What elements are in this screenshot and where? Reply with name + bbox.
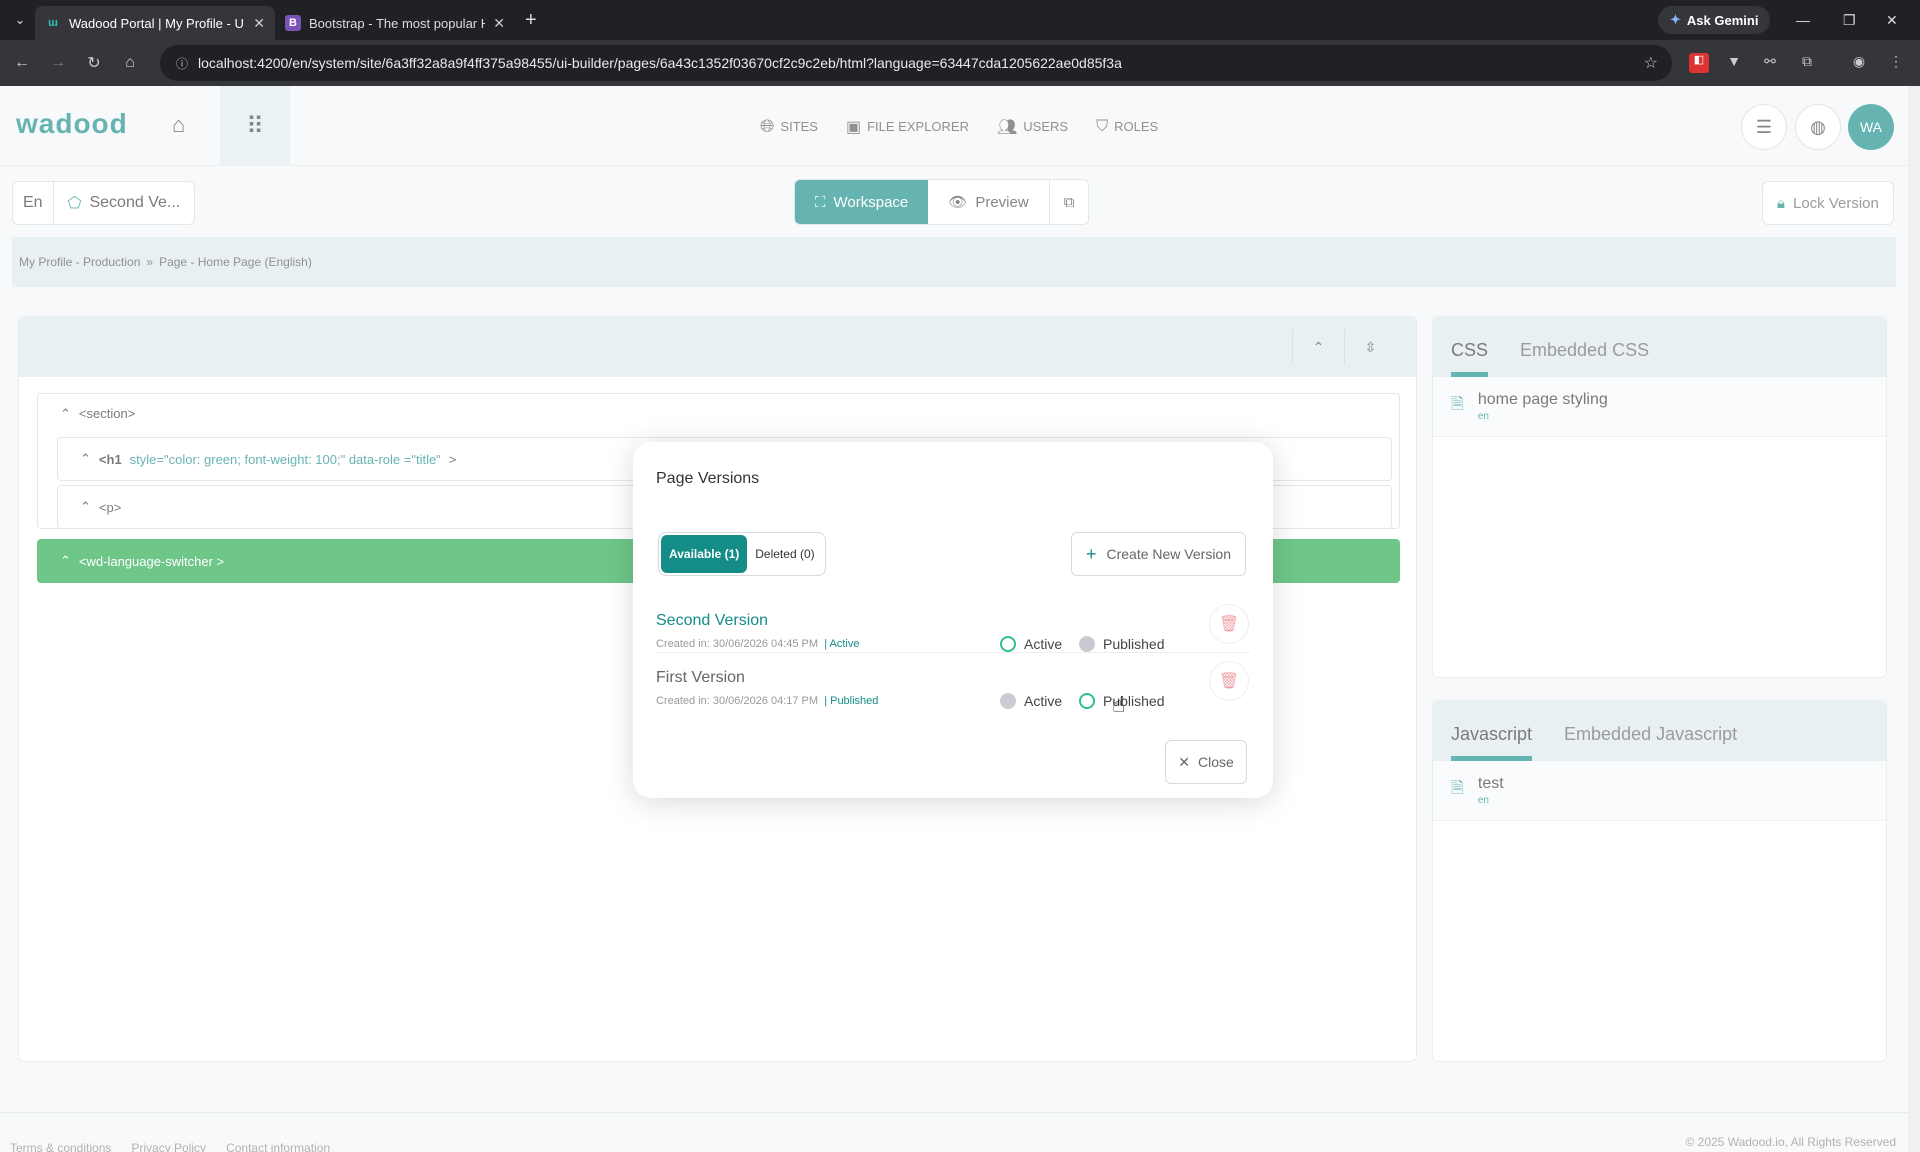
restore-icon[interactable]: ❐: [1843, 0, 1856, 40]
radio-circle: [1000, 693, 1016, 709]
delete-version-button[interactable]: 🗑︎: [1209, 661, 1249, 701]
version-created: Created in: 30/06/2026 04:17 PM: [656, 695, 819, 707]
reload-icon[interactable]: ↻: [76, 53, 112, 73]
page-scrollbar[interactable]: [1908, 86, 1920, 1152]
create-new-version-label: Create New Version: [1106, 546, 1232, 562]
tab-available[interactable]: Available (1): [661, 535, 748, 573]
ask-gemini-label: Ask Gemini: [1686, 12, 1759, 28]
browser-tab-bootstrap[interactable]: B Bootstrap - The most popular H ✕: [275, 6, 515, 40]
plus-icon: +: [1085, 543, 1097, 564]
radio-circle: [1000, 636, 1016, 652]
active-radio[interactable]: Active: [1000, 693, 1062, 709]
url-text: localhost:4200/en/system/site/6a3ff32a8a…: [198, 55, 1122, 71]
gemini-icon: ✦: [1670, 12, 1681, 27]
radio-circle: [1079, 636, 1095, 652]
close-window-icon[interactable]: ✕: [1886, 0, 1898, 40]
version-meta: Created in: 30/06/2026 04:45 PM | Active: [656, 638, 859, 650]
extension-link-icon[interactable]: ⚯: [1760, 53, 1780, 73]
browser-tab-wadood[interactable]: ɯ Wadood Portal | My Profile - U ✕: [35, 6, 275, 40]
extension-v-icon[interactable]: ▼: [1724, 53, 1744, 73]
tab-title: Wadood Portal | My Profile - U: [69, 15, 244, 31]
published-radio[interactable]: Published: [1079, 636, 1165, 652]
modal-title: Page Versions: [656, 470, 760, 487]
ask-gemini-button[interactable]: ✦ Ask Gemini: [1658, 6, 1771, 34]
new-tab-icon[interactable]: +: [525, 9, 537, 32]
url-field[interactable]: ⓘ localhost:4200/en/system/site/6a3ff32a…: [160, 45, 1672, 81]
profile-icon[interactable]: ◉: [1849, 53, 1869, 73]
extension-red-icon[interactable]: ◧: [1689, 53, 1709, 73]
page-versions-modal: Page Versions Available (1) Deleted (0) …: [633, 442, 1273, 798]
version-status: | Active: [824, 638, 860, 650]
row-divider: [656, 652, 1250, 653]
version-created: Created in: 30/06/2026 04:45 PM: [656, 638, 819, 650]
active-label: Active: [1024, 636, 1063, 652]
bootstrap-favicon-icon: B: [285, 15, 301, 31]
radio-circle: [1079, 693, 1095, 709]
trash-icon: 🗑︎: [1218, 673, 1240, 690]
close-icon: ✕: [1178, 753, 1190, 770]
chrome-menu-icon[interactable]: ⋮: [1886, 53, 1906, 73]
version-meta: Created in: 30/06/2026 04:17 PM | Publis…: [656, 695, 878, 707]
close-tab-icon[interactable]: ✕: [493, 15, 505, 32]
trash-icon: 🗑︎: [1218, 616, 1240, 633]
version-filter-tabs: Available (1) Deleted (0): [658, 532, 826, 576]
home-icon[interactable]: ⌂: [112, 54, 148, 72]
active-radio[interactable]: Active: [1000, 636, 1062, 652]
version-status: | Published: [824, 695, 879, 707]
tab-deleted[interactable]: Deleted (0): [747, 535, 822, 573]
bookmark-star-icon[interactable]: ☆: [1644, 53, 1658, 73]
close-label: Close: [1197, 754, 1234, 770]
extensions-puzzle-icon[interactable]: ⧉: [1797, 53, 1817, 73]
delete-version-button[interactable]: 🗑︎: [1209, 604, 1249, 644]
version-name[interactable]: First Version: [656, 669, 745, 687]
forward-icon[interactable]: →: [40, 54, 76, 72]
tab-list-icon[interactable]: ⌄: [5, 5, 35, 35]
close-tab-icon[interactable]: ✕: [253, 15, 265, 32]
browser-tab-bar: ⌄ ɯ Wadood Portal | My Profile - U ✕ B B…: [0, 0, 1920, 40]
active-label: Active: [1024, 693, 1063, 709]
back-icon[interactable]: ←: [4, 54, 40, 72]
create-new-version-button[interactable]: + Create New Version: [1071, 532, 1246, 576]
hand-cursor-icon: ☝︎: [1112, 692, 1126, 717]
close-button[interactable]: ✕ Close: [1165, 740, 1247, 784]
site-info-icon[interactable]: ⓘ: [176, 55, 188, 72]
tab-title: Bootstrap - The most popular H: [309, 15, 486, 31]
published-label: Published: [1103, 636, 1165, 652]
version-name[interactable]: Second Version: [656, 612, 768, 630]
browser-address-bar: ← → ↻ ⌂ ⓘ localhost:4200/en/system/site/…: [0, 40, 1920, 86]
wadood-favicon-icon: ɯ: [48, 17, 58, 29]
version-row: First Version Created in: 30/06/2026 04:…: [656, 661, 1250, 717]
minimize-icon[interactable]: —: [1796, 0, 1810, 40]
